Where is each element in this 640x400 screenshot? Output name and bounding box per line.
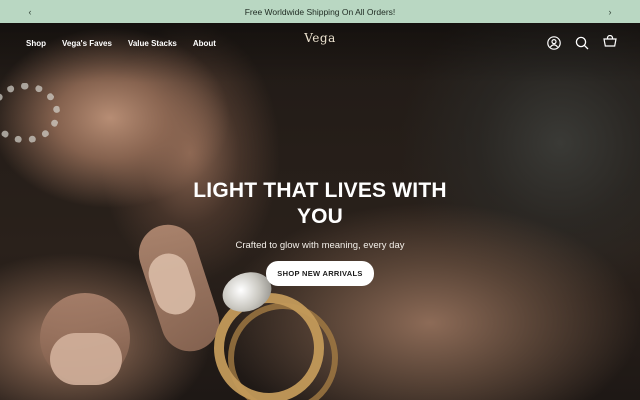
announcement-prev-arrow-icon[interactable]: ‹ [18,0,42,23]
nav-link-value-stacks[interactable]: Value Stacks [128,39,177,48]
fingernail-shape [50,333,122,385]
shop-new-arrivals-button[interactable]: SHOP NEW ARRIVALS [266,261,374,286]
bracelet-shape [0,83,60,143]
announcement-text: Free Worldwide Shipping On All Orders! [244,6,396,17]
site-logo[interactable]: Vega [304,31,336,45]
announcement-bar: ‹ Free Worldwide Shipping On All Orders!… [0,0,640,23]
account-icon[interactable] [546,35,562,51]
hero-subtitle: Crafted to glow with meaning, every day [235,240,405,251]
search-icon[interactable] [574,35,590,51]
nav-link-shop[interactable]: Shop [26,39,46,48]
header-icons [546,34,618,51]
hero-title: LIGHT THAT LIVES WITH YOU [193,179,447,228]
main-nav: Shop Vega's Faves Value Stacks About [26,39,216,48]
site-header: Shop Vega's Faves Value Stacks About Veg… [0,23,640,63]
cart-icon[interactable] [602,34,618,51]
nav-link-vegas-faves[interactable]: Vega's Faves [62,39,112,48]
announcement-next-arrow-icon[interactable]: › [598,0,622,23]
nav-link-about[interactable]: About [193,39,216,48]
hero-content: LIGHT THAT LIVES WITH YOU Crafted to glo… [0,178,640,286]
